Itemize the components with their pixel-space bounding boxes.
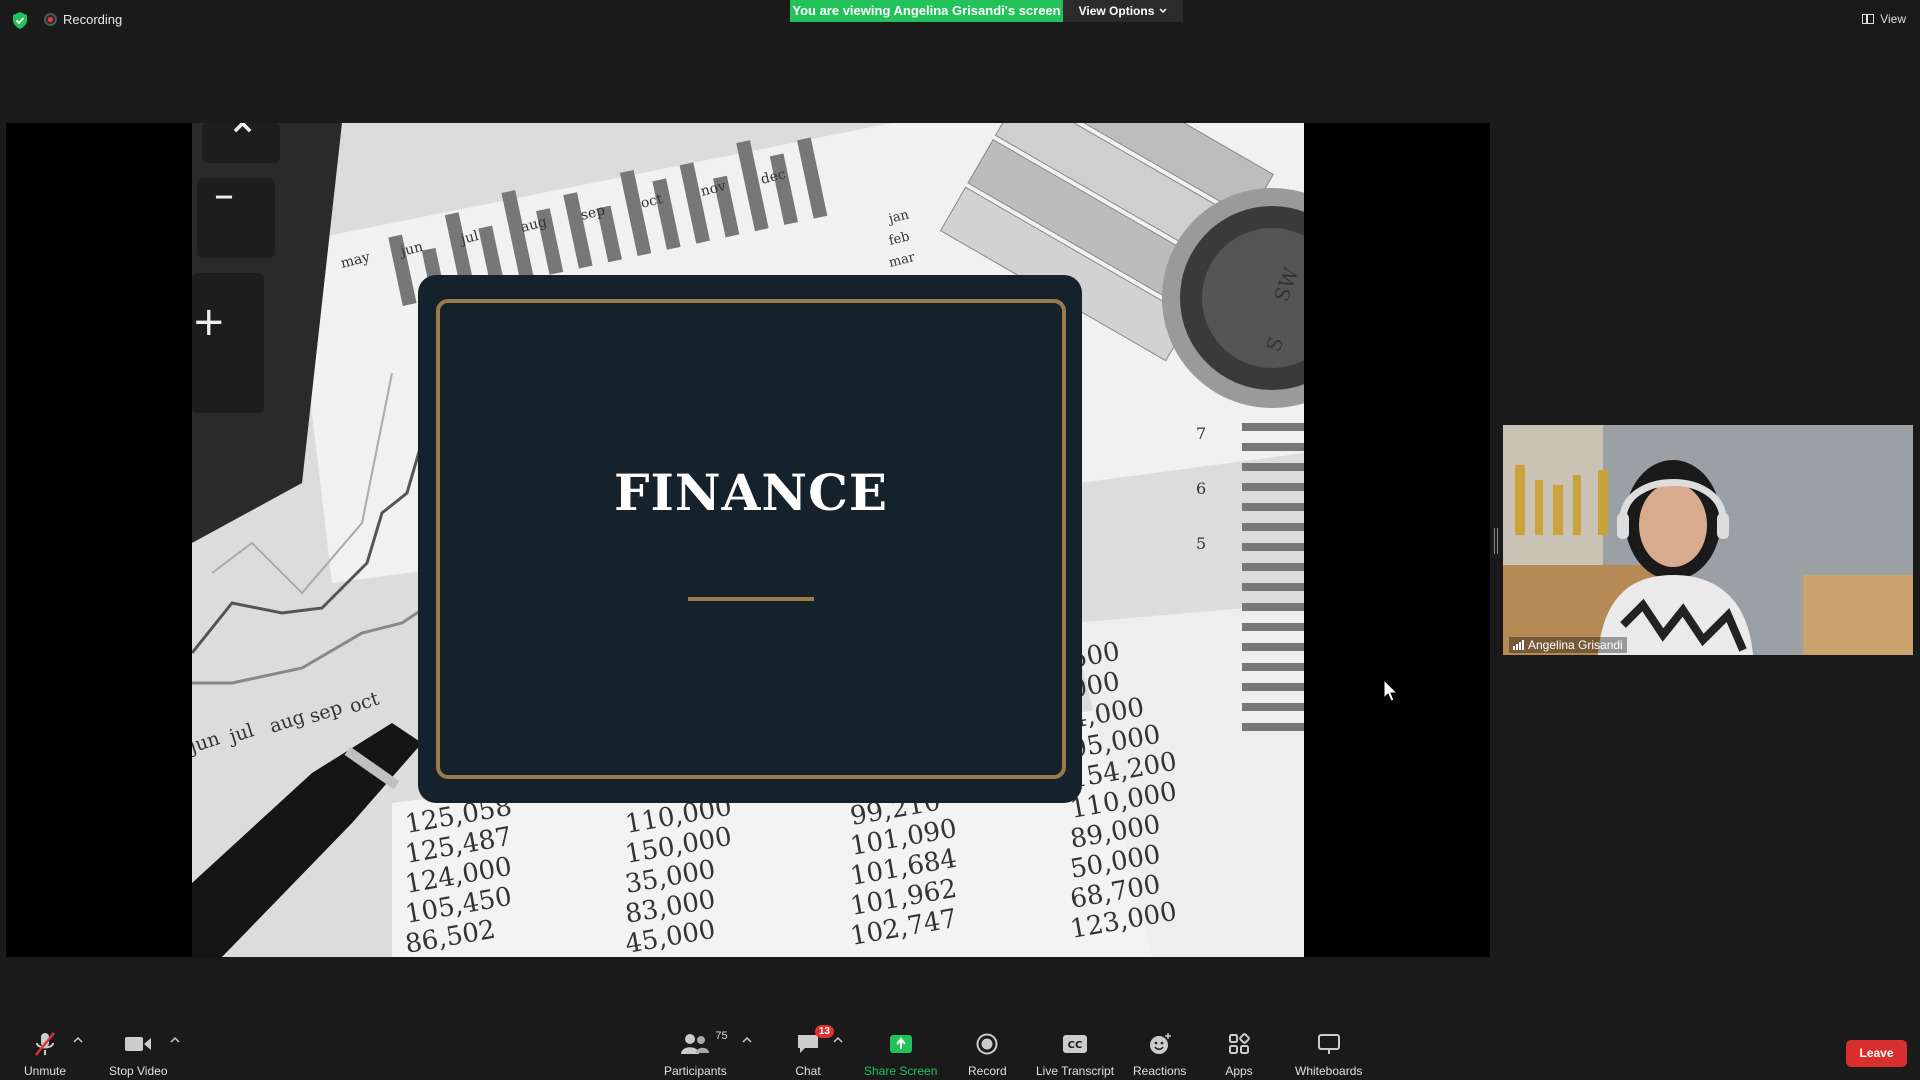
participants-count: 75 [715, 1030, 728, 1042]
participants-button[interactable]: 75 Participants [664, 1030, 728, 1078]
reactions-label: Reactions [1133, 1064, 1187, 1078]
shield-check-icon[interactable] [12, 12, 28, 29]
apps-label: Apps [1225, 1064, 1253, 1078]
whiteboard-icon [1313, 1030, 1345, 1058]
video-options-caret-icon[interactable] [170, 1036, 180, 1044]
slide-bg-axis-tick: 5 [1196, 534, 1206, 553]
recording-indicator[interactable]: Recording [44, 12, 122, 27]
video-camera-icon [122, 1030, 154, 1058]
live-transcript-label: Live Transcript [1036, 1064, 1115, 1078]
reactions-icon [1144, 1030, 1176, 1058]
participant-video-image [1503, 425, 1913, 655]
audio-options-caret-icon[interactable] [73, 1036, 83, 1044]
participant-video-tile[interactable]: Angelina Grisandi [1503, 425, 1913, 655]
meeting-top-bar: Recording You are viewing Angelina Grisa… [0, 0, 1920, 40]
record-button[interactable]: Record [968, 1030, 1007, 1078]
mouse-cursor-icon [1383, 679, 1399, 702]
record-icon [971, 1030, 1003, 1058]
record-label: Record [968, 1064, 1007, 1078]
reactions-button[interactable]: Reactions [1133, 1030, 1186, 1078]
participant-name: Angelina Grisandi [1528, 638, 1623, 652]
signal-icon [1513, 640, 1524, 650]
chat-button[interactable]: 13 Chat [792, 1025, 834, 1078]
shared-screen-area: × – + may jun jul aug sep oct nov dec ju… [6, 123, 1490, 957]
participants-icon: 75 [679, 1030, 728, 1058]
closed-caption-text: CC [1068, 1040, 1083, 1051]
share-screen-label: Share Screen [864, 1064, 938, 1078]
recording-icon [44, 13, 57, 26]
view-label: View [1880, 12, 1906, 26]
svg-text:+: + [192, 299, 226, 345]
microphone-muted-icon [29, 1030, 61, 1058]
viewing-screen-banner: You are viewing Angelina Grisandi's scre… [790, 0, 1063, 22]
grid-view-icon [1862, 14, 1875, 24]
view-button[interactable]: View [1862, 12, 1906, 26]
view-options-button[interactable]: View Options [1063, 0, 1183, 22]
slide-gold-frame: FINANCE [436, 299, 1066, 779]
recording-label: Recording [63, 12, 123, 27]
slide-title-card: FINANCE [418, 275, 1082, 803]
panel-resize-handle[interactable] [1494, 528, 1498, 554]
unmute-label: Unmute [24, 1064, 67, 1078]
live-transcript-button[interactable]: CC Live Transcript [1036, 1030, 1114, 1078]
slide-bg-axis-tick: 7 [1196, 424, 1206, 443]
chat-icon: 13 [792, 1025, 834, 1058]
meeting-toolbar: Unmute Stop Video 75 Participants 13 Cha… [0, 1010, 1920, 1080]
unmute-button[interactable]: Unmute [24, 1030, 66, 1078]
leave-button[interactable]: Leave [1846, 1040, 1907, 1067]
apps-button[interactable]: Apps [1223, 1030, 1255, 1078]
svg-text:×: × [230, 123, 255, 141]
slide-bg-axis-tick: 6 [1196, 479, 1206, 498]
participants-options-caret-icon[interactable] [742, 1036, 752, 1044]
participants-label: Participants [664, 1064, 727, 1078]
closed-caption-icon: CC [1059, 1030, 1091, 1058]
stop-video-button[interactable]: Stop Video [109, 1030, 168, 1078]
slide-divider [688, 597, 814, 601]
whiteboards-label: Whiteboards [1295, 1064, 1363, 1078]
share-screen-icon [885, 1030, 917, 1058]
chevron-down-icon [1159, 8, 1167, 14]
slide-title: FINANCE [614, 463, 888, 522]
stop-video-label: Stop Video [109, 1064, 168, 1078]
view-options-label: View Options [1078, 4, 1155, 18]
participant-name-tag: Angelina Grisandi [1509, 637, 1627, 653]
chat-label: Chat [795, 1064, 821, 1078]
presentation-slide: × – + may jun jul aug sep oct nov dec ju… [192, 123, 1304, 957]
chat-unread-badge: 13 [814, 1025, 834, 1038]
chat-options-caret-icon[interactable] [833, 1036, 843, 1044]
share-screen-button[interactable]: Share Screen [864, 1030, 937, 1078]
svg-text:–: – [214, 172, 234, 218]
apps-icon [1223, 1030, 1255, 1058]
whiteboards-button[interactable]: Whiteboards [1295, 1030, 1362, 1078]
